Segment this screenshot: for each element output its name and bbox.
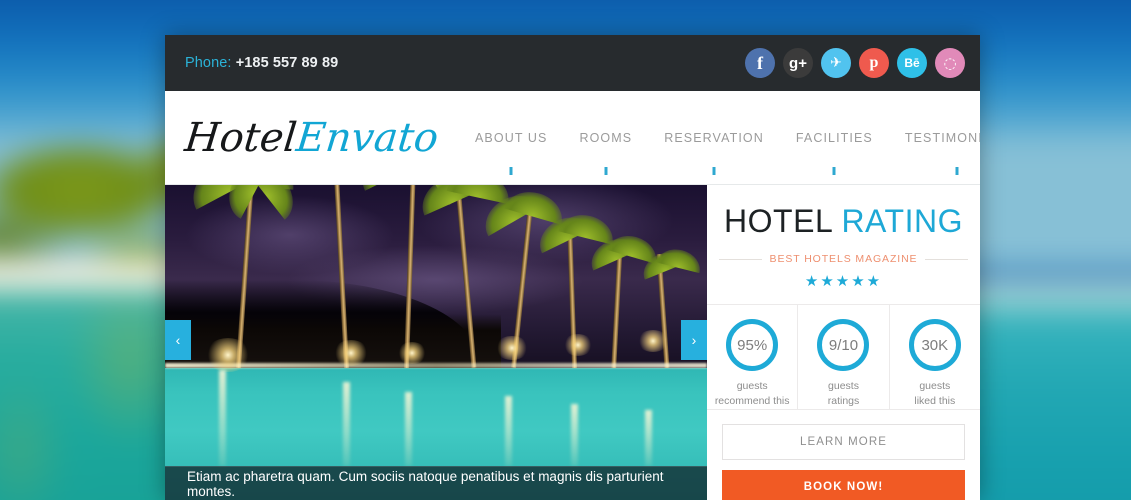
rating-title-hotel: HOTEL (724, 203, 833, 239)
hotel-rating-panel: HOTEL RATING BEST HOTELS MAGAZINE ★★★★★ … (707, 185, 980, 500)
phone-number[interactable]: +185 557 89 89 (236, 55, 339, 71)
stat-label-line1: guests (919, 380, 951, 392)
nav-item-about-us[interactable]: ABOUT US (459, 131, 563, 145)
divider-right (925, 258, 969, 260)
website-mockup: Phone: +185 557 89 89 f g+ ✈ р Bē ◌ Hote… (165, 35, 980, 500)
slide-water-reflection (343, 382, 350, 466)
magazine-name: BEST HOTELS MAGAZINE (769, 253, 918, 265)
nav-item-reservation[interactable]: RESERVATION (648, 131, 780, 145)
stat-label-line2: ratings (827, 395, 860, 408)
slider-next-button[interactable]: › (681, 320, 707, 360)
stat-ratings: 9/10 guests ratings (797, 305, 888, 410)
slide-water-reflection (405, 392, 412, 466)
slide-lamp-glow (495, 336, 529, 360)
stat-label: guests liked this (890, 379, 980, 409)
top-bar: Phone: +185 557 89 89 f g+ ✈ р Bē ◌ (165, 35, 980, 91)
rating-title: HOTEL RATING (707, 203, 980, 240)
stat-label: guests ratings (798, 379, 888, 409)
social-links: f g+ ✈ р Bē ◌ (745, 48, 965, 78)
twitter-icon[interactable]: ✈ (821, 48, 851, 78)
phone-label: Phone: (185, 55, 232, 71)
logo-text-hotel: Hotel (182, 115, 299, 161)
slide-lamp-glow (637, 330, 669, 352)
slider-prev-button[interactable]: ‹ (165, 320, 191, 360)
stat-label-line1: guests (736, 380, 768, 392)
magazine-credit-row: BEST HOTELS MAGAZINE (707, 253, 980, 265)
stat-ring: 30K (908, 319, 961, 371)
facebook-icon[interactable]: f (745, 48, 775, 78)
slide-lamp-glow (563, 334, 593, 356)
nav-item-rooms[interactable]: ROOMS (563, 131, 648, 145)
nav-item-testimonials[interactable]: TESTIMONIALS (889, 131, 980, 145)
main-navigation: ABOUT US ROOMS RESERVATION FACILITIES TE… (459, 131, 980, 145)
slide-caption: Etiam ac pharetra quam. Cum sociis natoq… (165, 466, 707, 500)
behance-icon[interactable]: Bē (897, 48, 927, 78)
stat-recommend: 95% guests recommend this (707, 305, 797, 409)
dribbble-icon[interactable]: ◌ (935, 48, 965, 78)
logo-text-envato: Envato (294, 115, 441, 161)
site-header: HotelEnvato ABOUT US ROOMS RESERVATION F… (165, 91, 980, 185)
slide-water-reflection (571, 404, 578, 466)
divider-left (719, 258, 762, 260)
book-now-button[interactable]: BOOK NOW! (722, 470, 965, 500)
stat-ring: 95% (726, 319, 779, 371)
rating-cta-group: LEARN MORE BOOK NOW! (707, 410, 980, 500)
phone-info: Phone: +185 557 89 89 (185, 55, 338, 71)
hero-slider: ‹ › Etiam ac pharetra quam. Cum sociis n… (165, 185, 707, 500)
rating-title-rating: RATING (841, 203, 963, 239)
rating-stats: 95% guests recommend this 9/10 guests ra… (707, 304, 980, 411)
google-plus-icon[interactable]: g+ (783, 48, 813, 78)
stat-label: guests recommend this (707, 379, 797, 409)
slide-water-reflection (505, 396, 512, 466)
slide-lamp-glow (333, 340, 369, 366)
content-area: ‹ › Etiam ac pharetra quam. Cum sociis n… (165, 185, 980, 500)
stat-label-line2: recommend this (714, 395, 790, 408)
slide-water-reflection (645, 410, 652, 466)
stat-liked: 30K guests liked this (888, 305, 980, 410)
learn-more-button[interactable]: LEARN MORE (722, 424, 965, 461)
slide-lamp-glow (397, 342, 427, 364)
slide-water-reflection (219, 370, 226, 466)
slide-lamp-glow (205, 338, 251, 372)
stat-label-line2: liked this (914, 395, 956, 408)
site-logo[interactable]: HotelEnvato (182, 115, 441, 161)
stat-ring: 9/10 (817, 319, 870, 371)
star-rating: ★★★★★ (804, 272, 883, 290)
pinterest-icon[interactable]: р (859, 48, 889, 78)
stat-label-line1: guests (828, 380, 859, 392)
rating-header: HOTEL RATING BEST HOTELS MAGAZINE ★★★★★ (707, 185, 980, 290)
nav-item-facilities[interactable]: FACILITIES (780, 131, 889, 145)
